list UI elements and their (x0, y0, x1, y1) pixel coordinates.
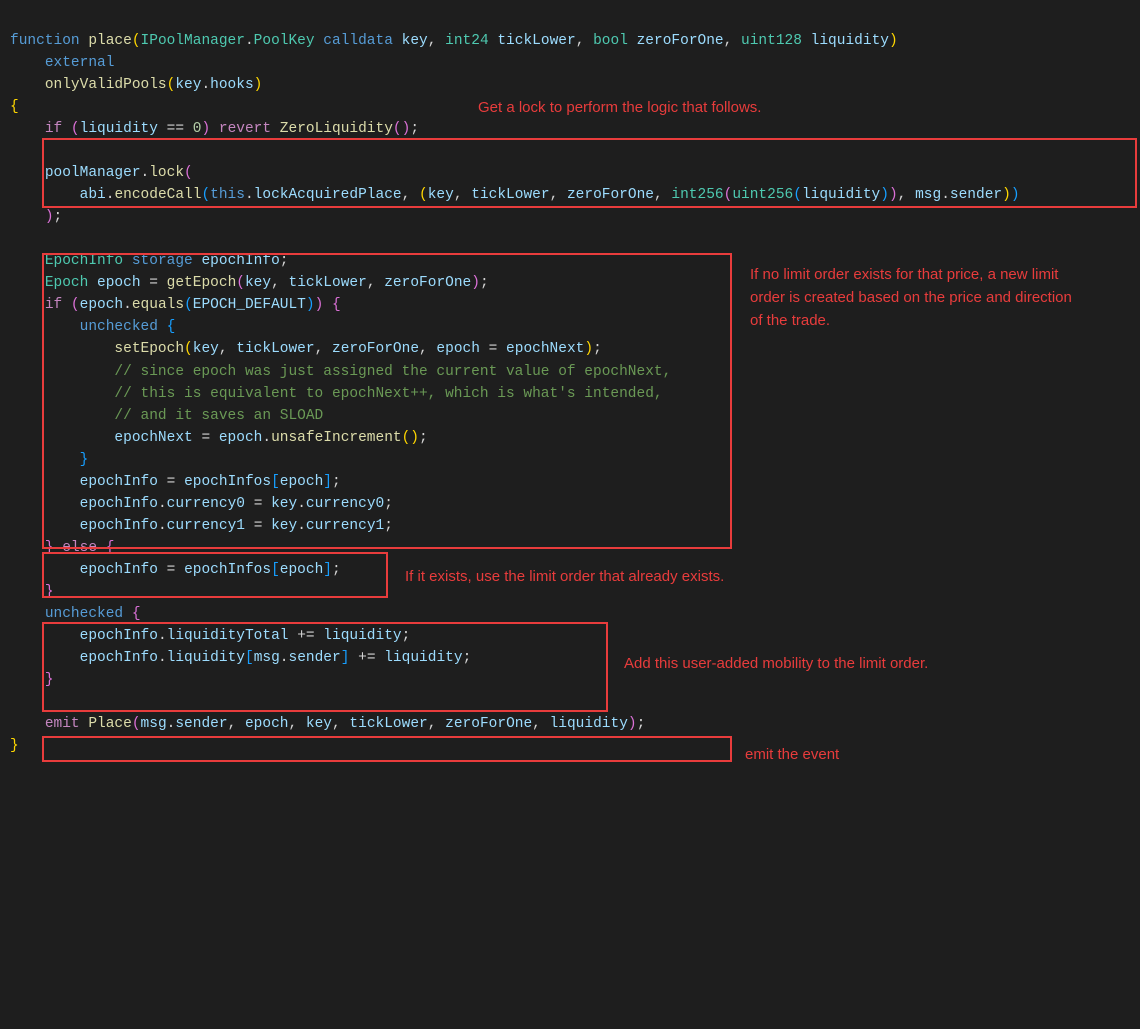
kw-if: if (45, 121, 62, 137)
var: hooks (210, 77, 254, 93)
kw-emit: emit (45, 716, 80, 732)
param: tickLower (497, 33, 575, 49)
kw: unchecked (45, 606, 123, 622)
var: tickLower (349, 716, 427, 732)
param: key (402, 33, 428, 49)
code-block: function place(IPoolManager.PoolKey call… (10, 8, 1130, 1021)
var: epoch (245, 716, 289, 732)
var: sender (175, 716, 227, 732)
var: msg (141, 716, 167, 732)
err: ZeroLiquidity (280, 121, 393, 137)
annotation-add-mobility: Add this user-added mobility to the limi… (624, 653, 928, 676)
event: Place (88, 716, 132, 732)
highlight-box-unchecked (42, 622, 608, 712)
var: zeroForOne (445, 716, 532, 732)
annotation-exists: If it exists, use the limit order that a… (405, 566, 724, 589)
kw-function: function (10, 33, 80, 49)
var: liquidity (80, 121, 158, 137)
var: key (175, 77, 201, 93)
var: liquidity (550, 716, 628, 732)
annotation-new-order: If no limit order exists for that price,… (750, 264, 1080, 332)
type: int24 (445, 33, 489, 49)
kw-revert: revert (219, 121, 271, 137)
annotation-emit: emit the event (745, 744, 839, 767)
param: liquidity (811, 33, 889, 49)
type: IPoolManager (141, 33, 245, 49)
var: key (306, 716, 332, 732)
type: uint128 (741, 33, 802, 49)
annotation-lock: Get a lock to perform the logic that fol… (478, 97, 761, 120)
type: PoolKey (254, 33, 315, 49)
param: zeroForOne (637, 33, 724, 49)
highlight-box-lock (42, 138, 1137, 208)
kw-external: external (45, 55, 115, 71)
modifier: onlyValidPools (45, 77, 167, 93)
fn-name: place (88, 33, 132, 49)
highlight-box-emit (42, 736, 732, 762)
type: bool (593, 33, 628, 49)
highlight-box-else (42, 552, 388, 598)
kw: calldata (323, 33, 393, 49)
highlight-box-new-order (42, 253, 732, 549)
